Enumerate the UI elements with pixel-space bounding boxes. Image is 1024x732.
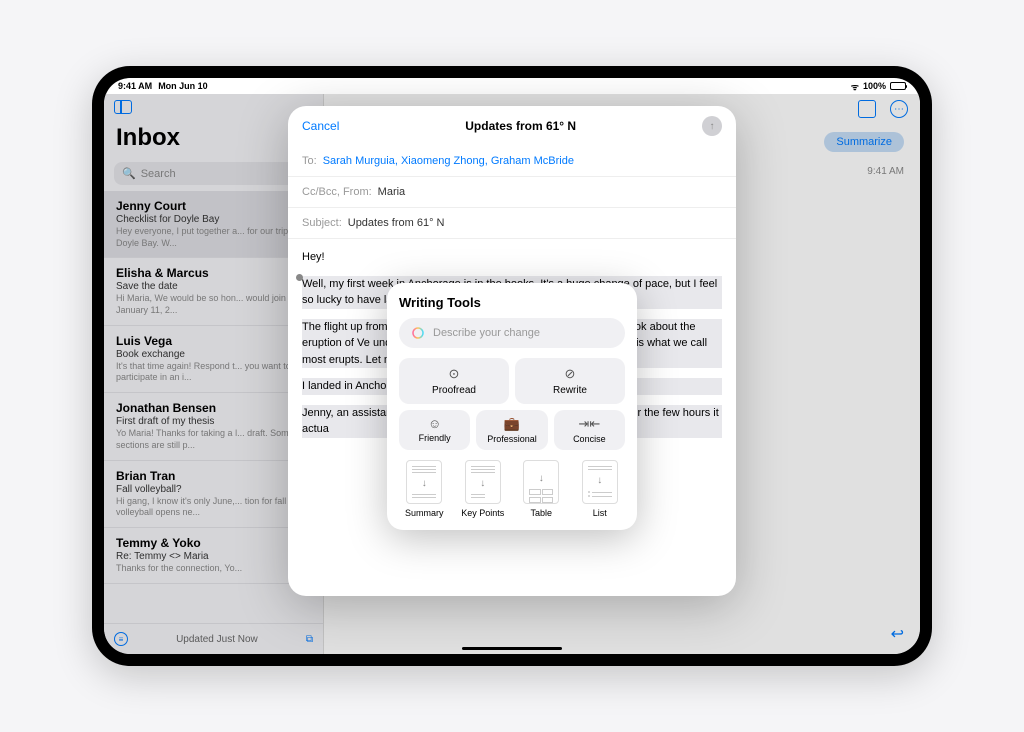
sparkle-icon — [411, 326, 425, 340]
subject-field[interactable]: Subject: Updates from 61° N — [288, 208, 736, 239]
home-indicator[interactable] — [462, 647, 562, 650]
reply-action-icon[interactable]: ↩ — [891, 626, 904, 643]
screen: 9:41 AM Mon Jun 10 ᯤ 100% Inbox 🔍 Search — [104, 78, 920, 654]
concise-icon: ⇥⇤ — [578, 416, 600, 432]
magnify-icon: ⊙ — [449, 366, 460, 382]
proofread-button[interactable]: ⊙ Proofread — [399, 358, 509, 404]
list-format-button[interactable]: ↓ List — [575, 460, 626, 518]
rewrite-icon: ⊘ — [565, 366, 576, 382]
compose-icon[interactable] — [858, 100, 876, 118]
sidebar-footer: ≡ Updated Just Now ⧉ — [104, 623, 323, 654]
rewrite-button[interactable]: ⊘ Rewrite — [515, 358, 625, 404]
concise-button[interactable]: ⇥⇤ Concise — [554, 410, 625, 450]
professional-button[interactable]: 💼 Professional — [476, 410, 547, 450]
to-field[interactable]: To: Sarah Murguia, Xiaomeng Zhong, Graha… — [288, 146, 736, 177]
status-bar: 9:41 AM Mon Jun 10 ᯤ 100% — [104, 78, 920, 94]
wifi-icon: ᯤ — [851, 80, 859, 93]
summarize-button[interactable]: Summarize — [824, 132, 904, 152]
ccbcc-field[interactable]: Cc/Bcc, From: Maria — [288, 177, 736, 208]
wt-describe-input[interactable]: Describe your change — [399, 318, 625, 348]
keypoints-format-button[interactable]: ↓ Key Points — [458, 460, 509, 518]
writing-tools-title: Writing Tools — [399, 295, 625, 310]
list-preview-icon: ↓ — [582, 460, 618, 504]
battery-percent: 100% — [863, 81, 886, 91]
table-preview-icon: ↓ — [523, 460, 559, 504]
keypoints-preview-icon: ↓ — [465, 460, 501, 504]
summary-format-button[interactable]: ↓ Summary — [399, 460, 450, 518]
smile-icon: ☺ — [428, 416, 441, 431]
search-icon: 🔍 — [122, 167, 136, 180]
recipients[interactable]: Sarah Murguia, Xiaomeng Zhong, Graham Mc… — [323, 155, 574, 167]
filter-icon[interactable]: ≡ — [114, 632, 128, 646]
sidebar-toggle-icon[interactable] — [114, 100, 132, 114]
more-icon[interactable]: ⋯ — [890, 100, 908, 118]
status-date: Mon Jun 10 — [158, 81, 208, 91]
summary-preview-icon: ↓ — [406, 460, 442, 504]
battery-icon — [890, 82, 906, 90]
wt-input-placeholder: Describe your change — [433, 327, 540, 339]
status-time: 9:41 AM — [118, 81, 152, 91]
selection-handle-icon[interactable] — [296, 274, 303, 281]
ipad-frame: 9:41 AM Mon Jun 10 ᯤ 100% Inbox 🔍 Search — [92, 66, 932, 666]
search-input[interactable]: 🔍 Search — [114, 162, 313, 185]
copy-icon[interactable]: ⧉ — [306, 634, 313, 645]
cancel-button[interactable]: Cancel — [302, 119, 339, 133]
briefcase-icon: 💼 — [504, 416, 520, 432]
friendly-button[interactable]: ☺ Friendly — [399, 410, 470, 450]
compose-title: Updates from 61° N — [465, 119, 576, 133]
writing-tools-popover: Writing Tools Describe your change ⊙ Pro… — [387, 283, 637, 530]
table-format-button[interactable]: ↓ Table — [516, 460, 567, 518]
search-placeholder: Search — [141, 168, 176, 180]
update-status: Updated Just Now — [136, 634, 298, 645]
send-button[interactable]: ↑ — [702, 116, 722, 136]
